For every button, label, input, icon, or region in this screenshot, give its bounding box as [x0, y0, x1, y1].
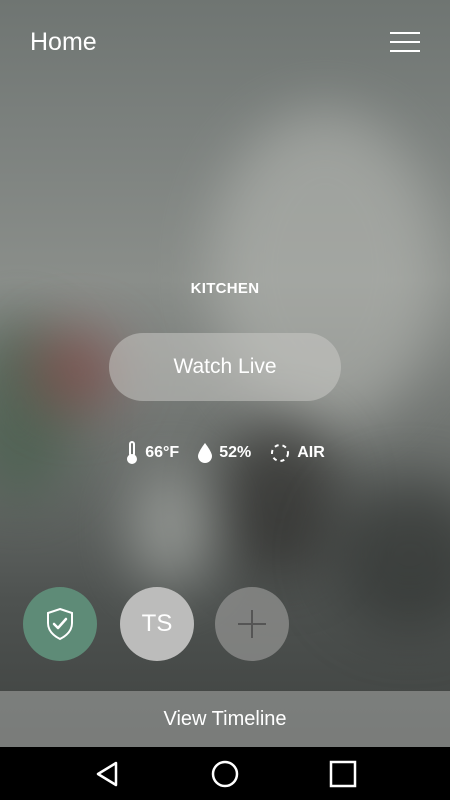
humidity-stat: 52%	[197, 442, 251, 464]
air-label: AIR	[297, 444, 325, 461]
air-stat: AIR	[269, 442, 325, 464]
add-button[interactable]	[215, 587, 289, 661]
plus-icon	[238, 610, 266, 638]
header: Home	[0, 0, 450, 86]
background-blur	[130, 470, 210, 590]
back-triangle-icon[interactable]	[90, 757, 124, 791]
shield-check-icon	[47, 607, 73, 641]
background-blur	[30, 330, 120, 410]
background-blur	[330, 480, 450, 630]
temperature-value: 66°F	[145, 444, 180, 461]
water-drop-icon	[198, 443, 213, 463]
temperature-stat: 66°F	[125, 441, 179, 465]
room-name: KITCHEN	[190, 280, 260, 297]
recents-square-icon[interactable]	[326, 757, 360, 791]
humidity-value: 52%	[219, 444, 252, 461]
air-quality-icon	[271, 444, 290, 462]
hamburger-menu-icon[interactable]	[390, 32, 420, 54]
android-nav-bar	[0, 747, 450, 800]
home-circle-icon[interactable]	[208, 757, 242, 791]
app-screen: Home KITCHEN Watch Live 66°F 52% AIR TS …	[0, 0, 450, 800]
thermometer-icon	[127, 441, 138, 464]
user-initials: TS	[141, 610, 173, 637]
environment-stats: 66°F 52% AIR	[0, 440, 450, 466]
user-avatar-button[interactable]: TS	[120, 587, 194, 661]
watch-live-button[interactable]: Watch Live	[109, 333, 341, 401]
security-button[interactable]	[23, 587, 97, 661]
page-title: Home	[30, 28, 97, 56]
view-timeline-button[interactable]: View Timeline	[0, 691, 450, 747]
